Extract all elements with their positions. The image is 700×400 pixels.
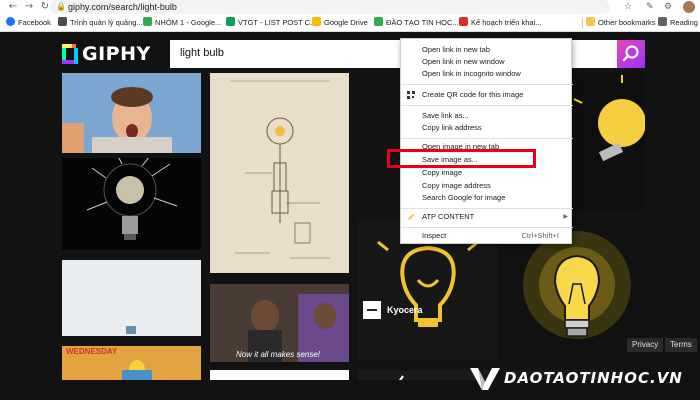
search-icon — [622, 45, 639, 62]
daotaotinhoc-logo-icon — [470, 368, 500, 390]
bookmark-google-drive[interactable]: Google Drive — [312, 17, 368, 29]
menu-copy-image[interactable]: Copy image — [401, 167, 573, 179]
google-sheets-icon — [226, 17, 235, 26]
channel-kyocera[interactable]: Kyocera — [363, 301, 423, 319]
menu-separator — [401, 227, 573, 228]
menu-inspect[interactable]: Inspect Ctrl+Shift+I — [401, 230, 573, 242]
search-button[interactable] — [617, 40, 645, 68]
facebook-icon — [6, 17, 15, 26]
menu-separator — [401, 84, 573, 85]
watermark: DAOTAOTINHOC.VN — [470, 366, 683, 390]
menu-open-link-new-window[interactable]: Open link in new window — [401, 56, 573, 68]
star-icon[interactable]: ☆ — [624, 0, 632, 14]
gif-tile-wednesday[interactable]: WEDNESDAY — [62, 346, 201, 380]
qr-code-icon — [407, 91, 415, 99]
reading-list-icon — [658, 17, 667, 26]
giphy-logo-icon — [62, 44, 78, 64]
context-menu: Open link in new tab Open link in new wi… — [400, 38, 573, 244]
bookmark-dao-tao[interactable]: ĐÀO TẠO TIN HỌC... — [374, 17, 459, 29]
terms-link[interactable]: Terms — [665, 338, 697, 352]
gif-bulb-top-image — [573, 75, 645, 162]
lock-icon: 🔒 — [56, 2, 66, 11]
forward-icon[interactable]: → — [22, 0, 36, 14]
pencil-icon — [408, 214, 414, 220]
google-sheets-icon — [143, 17, 152, 26]
gif-tile-light-sky[interactable] — [62, 260, 201, 336]
menu-search-google-image[interactable]: Search Google for image — [401, 192, 573, 204]
bookmarks-bar: Facebook Trình quản lý quảng... NHÓM 1 -… — [0, 14, 700, 32]
menu-separator — [401, 138, 573, 139]
bookmark-icon — [459, 17, 468, 26]
gif-wednesday-bulb-image — [122, 360, 152, 380]
menu-open-link-new-tab[interactable]: Open link in new tab — [401, 44, 573, 56]
privacy-link[interactable]: Privacy — [627, 338, 664, 352]
menu-copy-image-address[interactable]: Copy image address — [401, 180, 573, 192]
browser-toolbar: ← → ↻ 🔒 giphy.com/search/light-bulb ☆ ✎ … — [0, 0, 700, 14]
bookmark-nhom-1[interactable]: NHÓM 1 - Google... — [143, 17, 221, 29]
gif-light-sky-image — [62, 260, 201, 336]
ads-manager-icon — [58, 17, 67, 26]
save-image-highlight — [387, 149, 536, 168]
gif-tile-white[interactable] — [210, 370, 349, 380]
google-drive-icon — [312, 17, 321, 26]
menu-separator — [401, 105, 573, 106]
menu-create-qr-code[interactable]: Create QR code for this image — [401, 89, 573, 101]
folder-icon — [586, 17, 595, 26]
giphy-logo[interactable]: GIPHY — [62, 41, 151, 67]
url-text: giphy.com/search/light-bulb — [68, 2, 177, 12]
gif-tile-bulb-top[interactable] — [572, 73, 645, 211]
google-sheets-icon — [374, 17, 383, 26]
gif-tile-shattered-bulb[interactable] — [62, 158, 201, 250]
menu-save-link-as[interactable]: Save link as... — [401, 110, 573, 122]
submenu-arrow-icon: ▶ — [563, 214, 568, 220]
menu-separator — [401, 208, 573, 209]
gif-tile-surprised-man[interactable] — [62, 73, 201, 153]
reading-list[interactable]: Reading — [658, 17, 698, 29]
bookmark-facebook[interactable]: Facebook — [6, 17, 51, 29]
gif-surprised-man-image — [62, 73, 201, 153]
gif-tile-makes-sense[interactable]: Now it all makes sense! — [210, 284, 349, 362]
gif-tile-patent-drawing[interactable] — [210, 73, 349, 273]
bookmark-vtgt[interactable]: VTGT - LIST POST C... — [226, 17, 316, 29]
bookmark-ads-manager[interactable]: Trình quản lý quảng... — [58, 17, 143, 29]
settings-gear-icon[interactable]: ⚙ — [664, 0, 672, 14]
kyocera-avatar — [363, 301, 381, 319]
bookmark-other[interactable]: Other bookmarks — [586, 17, 656, 29]
gif-shattered-bulb-image — [86, 158, 178, 240]
giphy-page: GIPHY light bulb WEDNESDAY Now it all ma… — [0, 33, 700, 400]
bookmark-ke-hoach[interactable]: Kế hoạch triển khai... — [459, 17, 541, 29]
menu-open-link-incognito[interactable]: Open link in incognito window — [401, 68, 573, 80]
gif-patent-drawing-image — [210, 73, 349, 273]
address-bar[interactable]: 🔒 giphy.com/search/light-bulb — [50, 0, 610, 14]
extension-pen-icon[interactable]: ✎ — [646, 0, 654, 14]
menu-atp-content[interactable]: ATP CONTENT ▶ — [401, 211, 573, 223]
avatar[interactable] — [683, 1, 695, 13]
menu-copy-link-address[interactable]: Copy link address — [401, 122, 573, 134]
bookmarks-separator — [582, 18, 583, 28]
back-icon[interactable]: ← — [6, 0, 20, 14]
